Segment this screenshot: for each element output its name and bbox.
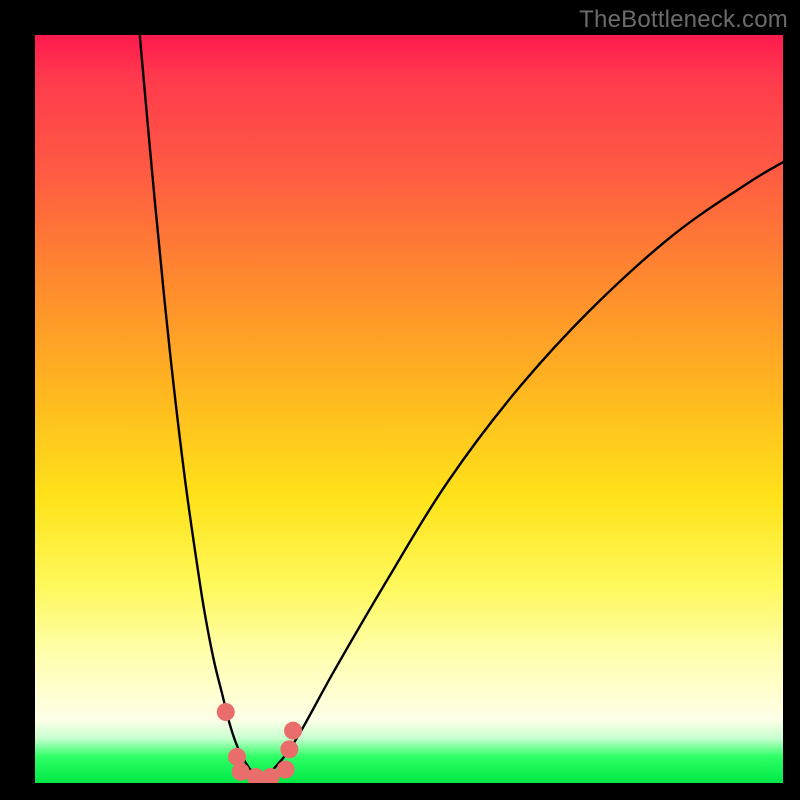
data-point <box>228 748 246 766</box>
bottleneck-curve <box>35 35 783 783</box>
watermark-text: TheBottleneck.com <box>579 6 788 34</box>
chart-frame: TheBottleneck.com <box>0 0 800 800</box>
curve-left-branch <box>140 35 260 779</box>
data-point <box>280 740 298 758</box>
data-point <box>284 722 302 740</box>
data-point-group <box>217 703 302 783</box>
curve-right-branch <box>259 162 783 779</box>
plot-area <box>35 35 783 783</box>
data-point <box>217 703 235 721</box>
data-point <box>277 761 295 779</box>
